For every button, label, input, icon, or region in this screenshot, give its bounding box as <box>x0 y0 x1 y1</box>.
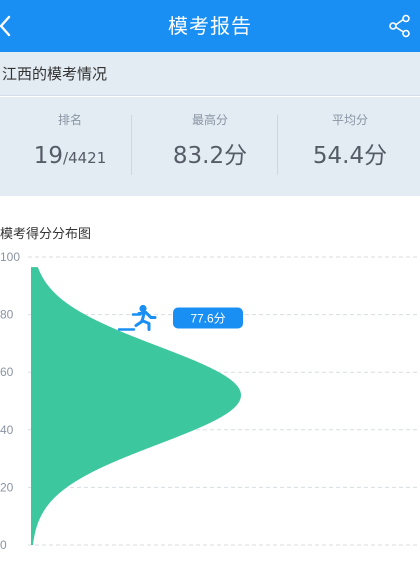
y-tick-label: 20 <box>0 480 14 494</box>
stat-highest-label: 最高分 <box>191 113 228 127</box>
runner-icon <box>117 304 157 332</box>
region-bar: 江西的模考情况 <box>0 52 420 96</box>
chart-title: 模考得分分布图 <box>0 227 92 242</box>
divider <box>277 115 278 175</box>
y-tick-label: 80 <box>0 308 14 322</box>
y-tick-label: 100 <box>0 250 20 264</box>
stat-average: 平均分 54.4分 <box>280 97 420 196</box>
y-axis-ticks: 100 80 60 40 20 0 <box>0 250 20 552</box>
share-button[interactable] <box>388 14 412 38</box>
stat-average-label: 平均分 <box>331 113 368 127</box>
share-icon <box>389 14 410 38</box>
score-badge-label: 77.6分 <box>190 312 225 326</box>
score-distribution-chart: 100 80 60 40 20 0 77.6分 <box>0 250 420 552</box>
stat-highest-value: 83.2分 <box>172 143 248 169</box>
divider <box>131 115 132 175</box>
stat-rank-value: 19/4421 <box>0 141 140 173</box>
top-nav-bar: 模考报告 <box>0 0 420 52</box>
stat-rank: 排名 19/4421 <box>0 97 140 196</box>
y-tick-label: 60 <box>0 365 14 379</box>
score-marker: 77.6分 <box>117 304 243 332</box>
stat-rank-label: 排名 <box>57 113 82 127</box>
rank-total: /4421 <box>63 149 107 167</box>
stat-average-value: 54.4分 <box>312 143 388 169</box>
rank-number: 19 <box>33 143 64 169</box>
region-label: 江西的模考情况 <box>2 65 108 83</box>
page-title: 模考报告 <box>168 14 252 38</box>
y-tick-label: 40 <box>0 423 14 437</box>
stat-highest: 最高分 83.2分 <box>140 97 280 196</box>
stats-panel: 排名 19/4421 最高分 83.2分 平均分 54.4分 <box>0 97 420 196</box>
y-tick-label: 0 <box>0 538 7 552</box>
